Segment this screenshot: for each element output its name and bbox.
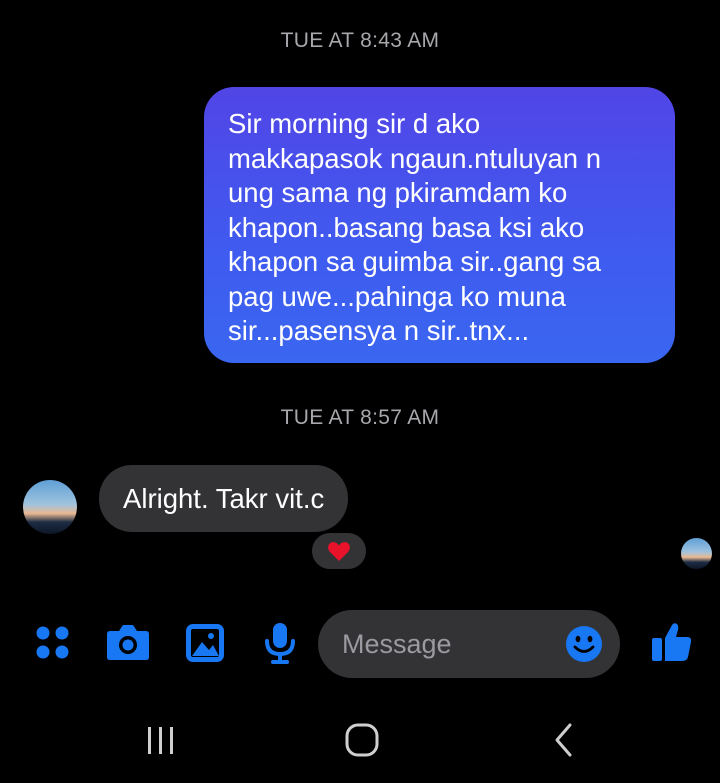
received-message-bubble[interactable]: Alright. Takr vit.c: [99, 465, 349, 532]
contact-avatar[interactable]: [23, 480, 77, 534]
back-icon[interactable]: [552, 722, 576, 763]
gallery-icon[interactable]: [184, 622, 226, 669]
reaction-badge[interactable]: [309, 530, 369, 572]
heart-icon: [328, 542, 350, 561]
message-input-field[interactable]: [318, 610, 620, 678]
timestamp: TUE AT 8:57 AM: [280, 406, 440, 429]
emoji-icon[interactable]: [565, 625, 603, 668]
microphone-icon[interactable]: [262, 622, 298, 671]
home-icon[interactable]: [344, 722, 380, 763]
recent-apps-icon[interactable]: [145, 724, 177, 761]
sent-message-bubble[interactable]: Sir morning sir d ako makkapasok ngaun.n…: [204, 87, 675, 363]
message-input[interactable]: [342, 610, 542, 678]
timestamp: TUE AT 8:43 AM: [280, 29, 440, 52]
seen-avatar: [681, 538, 712, 569]
camera-icon[interactable]: [105, 622, 151, 667]
thumbs-up-icon[interactable]: [650, 620, 694, 669]
apps-icon[interactable]: [34, 622, 74, 667]
